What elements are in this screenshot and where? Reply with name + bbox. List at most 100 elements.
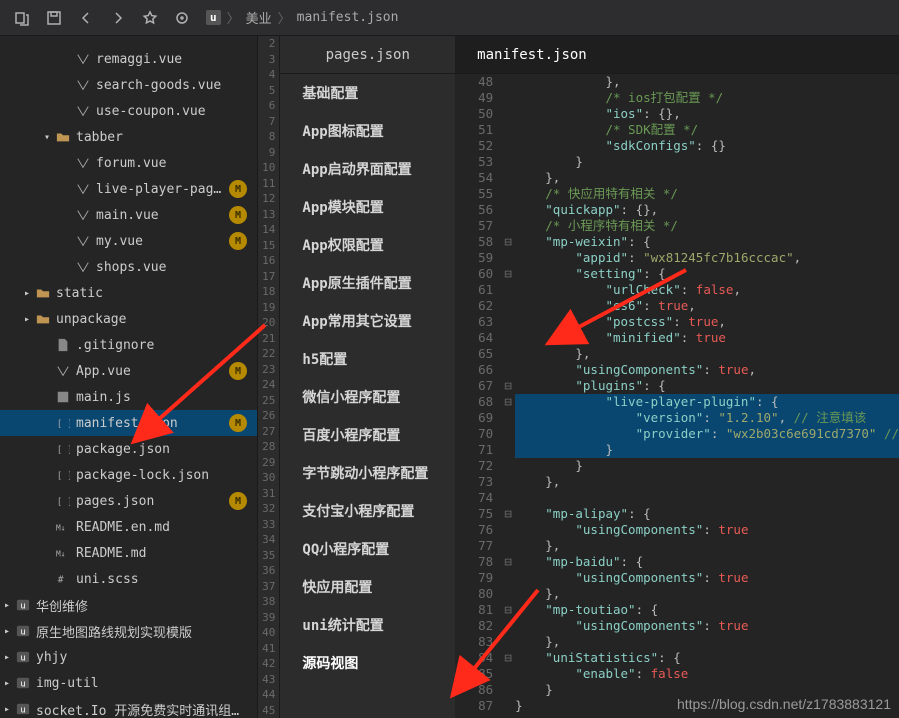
breadcrumb-project[interactable]: 美业: [246, 8, 272, 27]
manifest-nav-item[interactable]: uni统计配置: [280, 606, 455, 644]
chevron-icon: ▾: [40, 132, 54, 143]
manifest-nav-item[interactable]: 百度小程序配置: [280, 416, 455, 454]
chevron-icon: ▸: [0, 652, 14, 663]
manifest-nav-item[interactable]: 快应用配置: [280, 568, 455, 606]
tree-item[interactable]: ▸usocket.Io 开源免费实时通讯组件示例: [0, 696, 257, 718]
svg-text:[ ]: [ ]: [57, 420, 70, 430]
vcs-modified-badge: M: [229, 180, 247, 198]
manifest-section-list[interactable]: 基础配置App图标配置App启动界面配置App模块配置App权限配置App原生插…: [280, 74, 455, 718]
json-icon: [ ]: [54, 442, 72, 456]
manifest-nav-item[interactable]: 基础配置: [280, 74, 455, 112]
tab-manifest-json[interactable]: manifest.json: [455, 36, 899, 74]
tree-item[interactable]: ▸ u 原生地图路线规划实现模版: [0, 618, 257, 644]
app-badge: u: [206, 10, 221, 25]
u-icon: u: [14, 702, 32, 716]
tree-item[interactable]: shops.vue: [0, 254, 257, 280]
tree-item-label: package.json: [76, 442, 247, 457]
json-icon: [ ]: [54, 468, 72, 482]
tree-item[interactable]: remaggi.vue: [0, 46, 257, 72]
tree-item[interactable]: my.vueM: [0, 228, 257, 254]
tree-item[interactable]: App.vueM: [0, 358, 257, 384]
chevron-icon: ▸: [0, 626, 14, 637]
vue-icon: [74, 78, 92, 92]
vcs-modified-badge: M: [229, 232, 247, 250]
tree-item-label: main.js: [76, 390, 247, 405]
target-icon[interactable]: [166, 4, 198, 32]
tree-item[interactable]: #uni.scss: [0, 566, 257, 592]
watermark-text: https://blog.csdn.net/z1783883121: [677, 696, 891, 712]
folder-icon: [34, 312, 52, 326]
tree-item[interactable]: ▸u华创维修: [0, 592, 257, 618]
tree-item-label: main.vue: [96, 208, 225, 223]
tree-item[interactable]: .gitignore: [0, 332, 257, 358]
editor-panel: manifest.json 48495051525354555657585960…: [455, 36, 899, 718]
tree-item[interactable]: [ ]package-lock.json: [0, 462, 257, 488]
folder-icon: [34, 286, 52, 300]
chevron-icon: ▸: [0, 678, 14, 689]
svg-text:[ ]: [ ]: [57, 472, 70, 482]
tree-item[interactable]: forum.vue: [0, 150, 257, 176]
tree-item[interactable]: ▸uimg-util: [0, 670, 257, 696]
tree-item[interactable]: ▸unpackage: [0, 306, 257, 332]
svg-text:u: u: [20, 628, 25, 638]
save-icon[interactable]: [38, 4, 70, 32]
tree-item[interactable]: main.vueM: [0, 202, 257, 228]
tree-item[interactable]: M↓README.en.md: [0, 514, 257, 540]
new-window-icon[interactable]: [6, 4, 38, 32]
tree-item-label: yhjy: [36, 650, 247, 665]
breadcrumb-sep: 〉: [227, 8, 240, 27]
tree-item-label: 原生地图路线规划实现模版: [36, 622, 247, 641]
tree-item[interactable]: ▸ u yhjy: [0, 644, 257, 670]
vcs-modified-badge: M: [229, 492, 247, 510]
manifest-nav-item[interactable]: App模块配置: [280, 188, 455, 226]
tree-item[interactable]: [ ] package.json: [0, 436, 257, 462]
file-explorer[interactable]: remaggi.vue search-goods.vue use-coupon.vu…: [0, 36, 257, 718]
tab-pages-json[interactable]: pages.json: [280, 36, 455, 74]
chevron-icon: ▸: [0, 600, 14, 611]
tree-item[interactable]: [ ]manifest.jsonM: [0, 410, 257, 436]
tree-item-label: img-util: [36, 676, 247, 691]
vue-icon: [54, 364, 72, 378]
tree-item-label: use-coupon.vue: [96, 104, 247, 119]
manifest-nav-item[interactable]: App启动界面配置: [280, 150, 455, 188]
back-icon[interactable]: [70, 4, 102, 32]
fold-column[interactable]: ⊟⊟⊟⊟⊟⊟⊟⊟: [501, 74, 515, 718]
manifest-nav-item[interactable]: 源码视图: [280, 644, 455, 682]
star-icon[interactable]: [134, 4, 166, 32]
file-icon: [54, 338, 72, 352]
vue-icon: [74, 234, 92, 248]
tree-item[interactable]: main.js: [0, 384, 257, 410]
tree-item-label: manifest.json: [76, 416, 225, 431]
manifest-nav-item[interactable]: 微信小程序配置: [280, 378, 455, 416]
svg-text:M↓: M↓: [56, 550, 65, 559]
tree-item[interactable]: ▾tabber: [0, 124, 257, 150]
forward-icon[interactable]: [102, 4, 134, 32]
tree-item[interactable]: [ ]pages.jsonM: [0, 488, 257, 514]
tree-item[interactable]: use-coupon.vue: [0, 98, 257, 124]
md-icon: M↓: [54, 520, 72, 534]
tree-item-label: remaggi.vue: [96, 52, 247, 67]
svg-text:#: #: [58, 575, 64, 586]
manifest-nav-item[interactable]: 字节跳动小程序配置: [280, 454, 455, 492]
tree-item[interactable]: M↓README.md: [0, 540, 257, 566]
manifest-nav-item[interactable]: 支付宝小程序配置: [280, 492, 455, 530]
svg-text:M↓: M↓: [56, 524, 65, 533]
tree-item[interactable]: live-player-page.vueM: [0, 176, 257, 202]
vue-icon: [74, 52, 92, 66]
manifest-nav-item[interactable]: h5配置: [280, 340, 455, 378]
svg-text:u: u: [20, 654, 25, 664]
manifest-nav-item[interactable]: QQ小程序配置: [280, 530, 455, 568]
manifest-nav-item[interactable]: App图标配置: [280, 112, 455, 150]
tree-item[interactable]: ▸static: [0, 280, 257, 306]
svg-text:u: u: [20, 602, 25, 612]
breadcrumb-file[interactable]: manifest.json: [297, 10, 399, 25]
manifest-nav-item[interactable]: App原生插件配置: [280, 264, 455, 302]
code-content[interactable]: }, /* ios打包配置 */ "ios": {}, /* SDK配置 */ …: [515, 74, 899, 718]
tree-item[interactable]: search-goods.vue: [0, 72, 257, 98]
vue-icon: [74, 156, 92, 170]
svg-text:u: u: [20, 706, 25, 716]
manifest-nav-item[interactable]: App常用其它设置: [280, 302, 455, 340]
tree-item-label: forum.vue: [96, 156, 247, 171]
manifest-nav-item[interactable]: App权限配置: [280, 226, 455, 264]
vue-icon: [74, 104, 92, 118]
